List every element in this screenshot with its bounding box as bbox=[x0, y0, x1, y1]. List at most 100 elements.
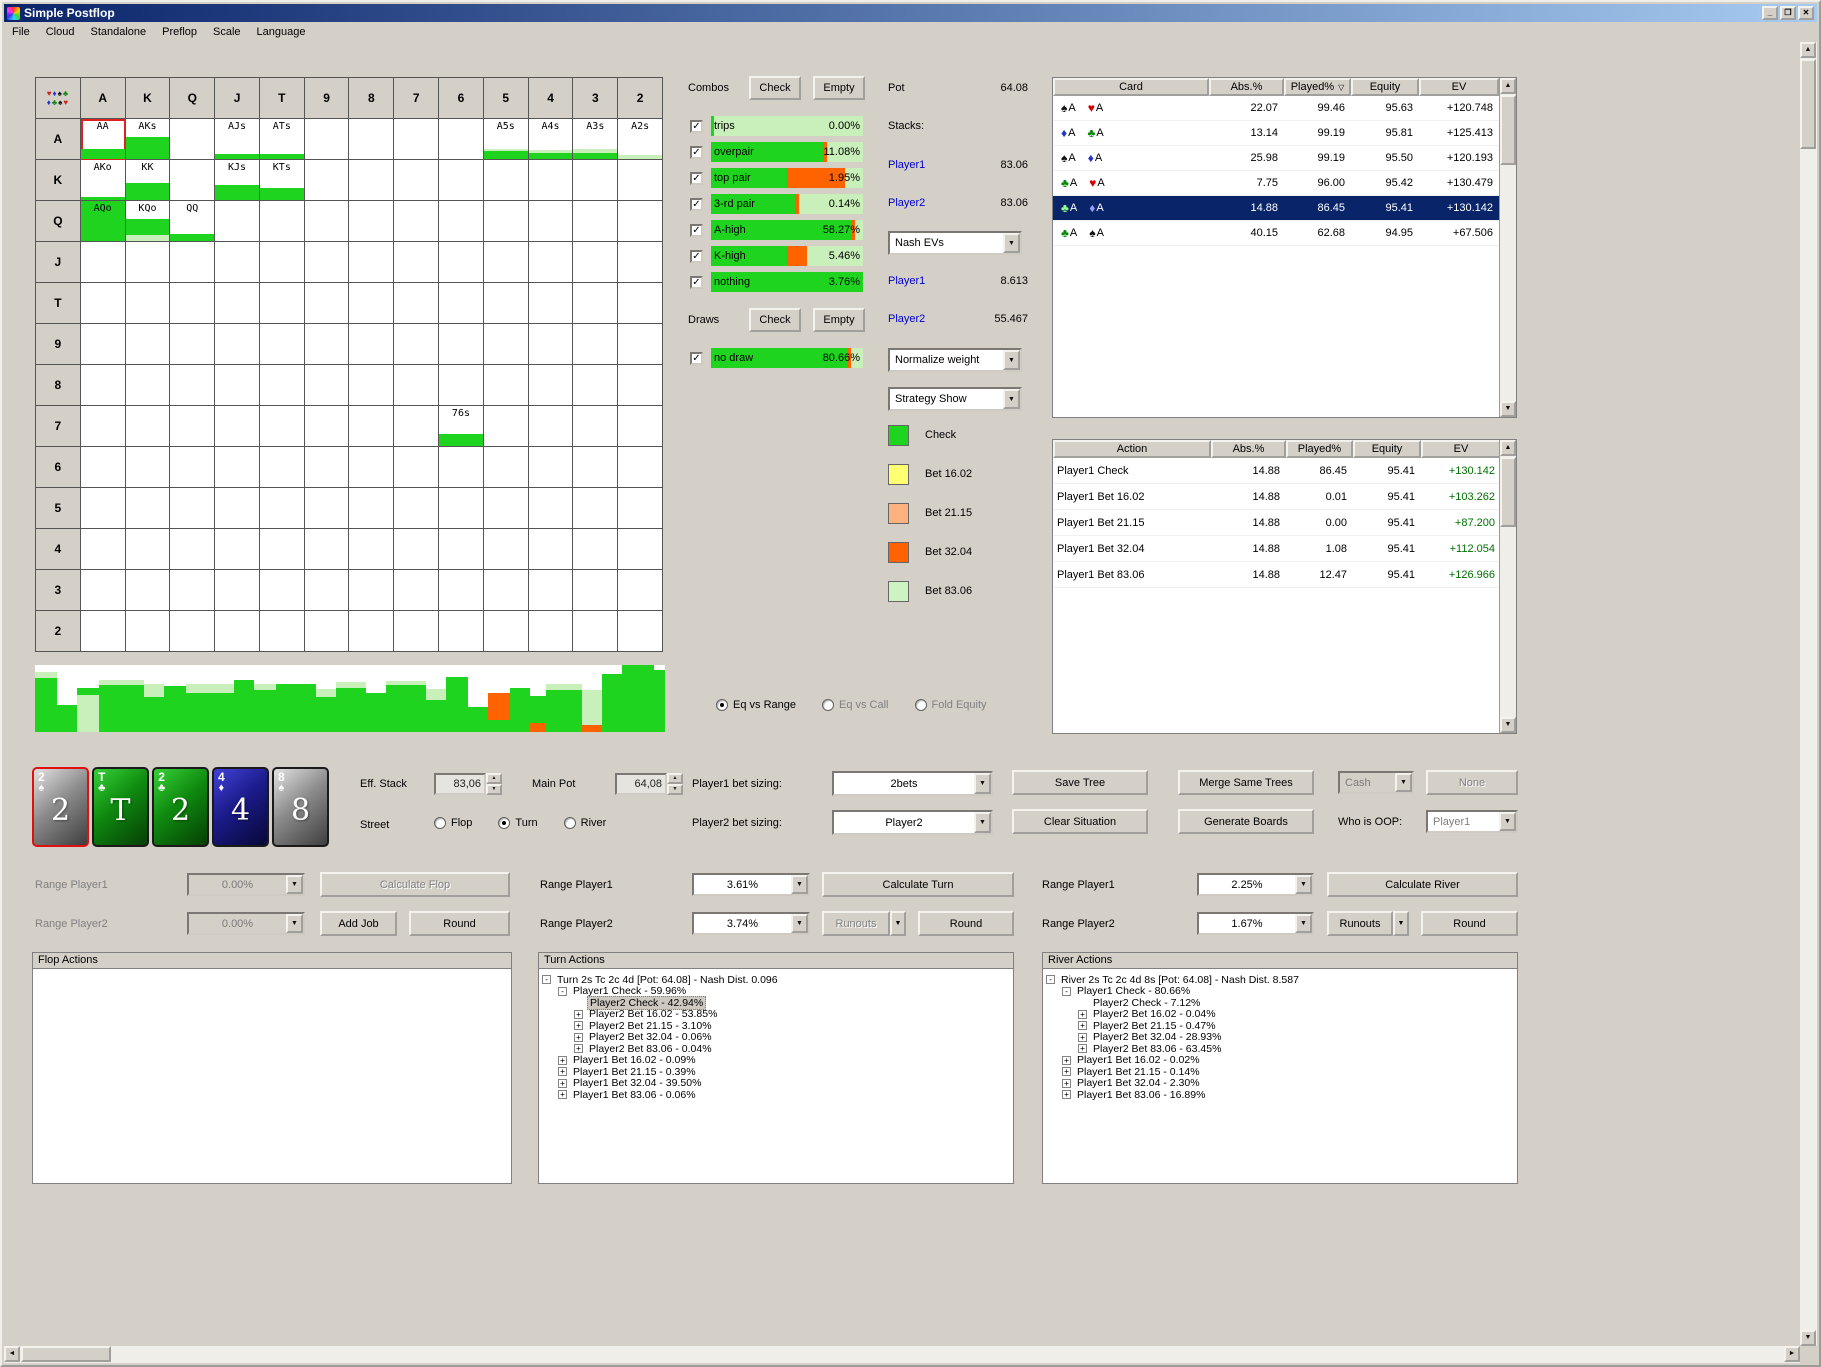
matrix-cell-95[interactable] bbox=[483, 324, 529, 365]
tree-item[interactable]: + Player2 Bet 16.02 - 53.85% bbox=[539, 1008, 1013, 1020]
matrix-cell-K2[interactable] bbox=[618, 160, 663, 201]
matrix-cell-TJ[interactable] bbox=[215, 283, 260, 324]
matrix-cell-J6[interactable] bbox=[439, 242, 484, 283]
matrix-cell-J4[interactable] bbox=[528, 242, 574, 283]
matrix-cell-JT[interactable] bbox=[259, 242, 305, 283]
spin-up-icon[interactable]: ▲ bbox=[486, 773, 502, 784]
tree-expander[interactable]: + bbox=[558, 1055, 567, 1065]
matrix-cell-9J[interactable] bbox=[215, 324, 260, 365]
matrix-cell-5Q[interactable] bbox=[170, 488, 216, 529]
matrix-cell-58[interactable] bbox=[349, 488, 395, 529]
matrix-cell-26[interactable] bbox=[439, 611, 484, 652]
table-row[interactable]: ♠ A ♦ A 25.98 99.19 95.50 +120.193 bbox=[1053, 146, 1499, 171]
matrix-cell-59[interactable] bbox=[304, 488, 350, 529]
matrix-cell-6K[interactable] bbox=[125, 447, 171, 488]
turn-range-p1-dropdown[interactable]: 3.61% ▼ bbox=[692, 873, 810, 896]
matrix-cell-J7[interactable] bbox=[394, 242, 440, 283]
matrix-cell-QQ[interactable]: QQ bbox=[170, 201, 216, 242]
tree-item[interactable]: + Player1 Bet 21.15 - 0.39% bbox=[539, 1066, 1013, 1078]
matrix-cell-69[interactable] bbox=[304, 447, 350, 488]
column-header-card[interactable]: Card bbox=[1053, 78, 1209, 96]
tree-expander[interactable]: + bbox=[574, 1044, 583, 1054]
matrix-cell-A3s[interactable]: A3s bbox=[573, 119, 619, 160]
matrix-cell-48[interactable] bbox=[349, 529, 395, 570]
matrix-cell-78[interactable] bbox=[349, 406, 395, 447]
matrix-cell-6J[interactable] bbox=[215, 447, 260, 488]
matrix-cell-J8[interactable] bbox=[349, 242, 395, 283]
table-row[interactable]: ♣ A ♦ A 14.88 86.45 95.41 +130.142 bbox=[1053, 196, 1499, 221]
matrix-cell-34[interactable] bbox=[528, 570, 574, 611]
matrix-cell-4K[interactable] bbox=[125, 529, 171, 570]
river-runouts-button[interactable]: Runouts ▼ bbox=[1327, 911, 1409, 936]
tree-expander[interactable]: + bbox=[1078, 1044, 1087, 1054]
matrix-cell-2A[interactable] bbox=[80, 611, 126, 652]
scroll-down-icon[interactable]: ▼ bbox=[1500, 401, 1516, 417]
tree-expander[interactable]: + bbox=[1062, 1078, 1071, 1088]
matrix-cell-K3[interactable] bbox=[573, 160, 619, 201]
tree-expander[interactable]: + bbox=[558, 1090, 567, 1100]
matrix-cell-53[interactable] bbox=[573, 488, 619, 529]
matrix-cell-93[interactable] bbox=[573, 324, 619, 365]
matrix-cell-7J[interactable] bbox=[215, 406, 260, 447]
matrix-cell-46[interactable] bbox=[439, 529, 484, 570]
radio-fold-equity[interactable]: Fold Equity bbox=[914, 699, 987, 711]
tree-item[interactable]: - Player1 Check - 80.66% bbox=[1043, 985, 1517, 997]
matrix-cell-K9[interactable] bbox=[304, 160, 350, 201]
flop-range-p1-dropdown[interactable]: 0.00% ▼ bbox=[187, 873, 305, 896]
matrix-cell-24[interactable] bbox=[528, 611, 574, 652]
tree-expander[interactable]: + bbox=[1062, 1055, 1071, 1065]
matrix-cell-54[interactable] bbox=[528, 488, 574, 529]
chevron-down-icon[interactable]: ▼ bbox=[286, 914, 303, 933]
matrix-cell-AKo[interactable]: AKo bbox=[80, 160, 126, 201]
generate-boards-button[interactable]: Generate Boards bbox=[1178, 809, 1314, 834]
matrix-cell-85[interactable] bbox=[483, 365, 529, 406]
scroll-left-icon[interactable]: ◄ bbox=[4, 1346, 20, 1362]
combos-check-button[interactable]: Check bbox=[749, 76, 801, 100]
table-row[interactable]: Player1 Bet 16.02 14.88 0.01 95.41 +103.262 bbox=[1053, 484, 1499, 510]
matrix-cell-8J[interactable] bbox=[215, 365, 260, 406]
p2-sizing-dropdown[interactable]: Player2 ▼ bbox=[832, 810, 993, 835]
matrix-cell-AKs[interactable]: AKs bbox=[125, 119, 171, 160]
combo-bar[interactable]: overpair 11.08% bbox=[711, 142, 863, 162]
matrix-cell-4J[interactable] bbox=[215, 529, 260, 570]
main-pot-spinner[interactable]: 64,08 ▲ ▼ bbox=[615, 773, 683, 795]
turn-runouts-button[interactable]: Runouts ▼ bbox=[822, 911, 906, 936]
matrix-cell-KJs[interactable]: KJs bbox=[215, 160, 260, 201]
matrix-cell-72[interactable] bbox=[618, 406, 663, 447]
tree-item[interactable]: - River 2s Tc 2c 4d 8s [Pot: 64.08] - Nas… bbox=[1043, 974, 1517, 986]
matrix-cell-5K[interactable] bbox=[125, 488, 171, 529]
matrix-cell-K5[interactable] bbox=[483, 160, 529, 201]
turn-round-button[interactable]: Round bbox=[918, 911, 1014, 936]
menu-item-file[interactable]: File bbox=[4, 24, 38, 40]
matrix-cell-86[interactable] bbox=[439, 365, 484, 406]
tree-expander[interactable]: - bbox=[1062, 986, 1071, 996]
column-header-abs[interactable]: Abs.% bbox=[1209, 78, 1284, 96]
tree-expander[interactable]: + bbox=[558, 1067, 567, 1077]
matrix-cell-8T[interactable] bbox=[259, 365, 305, 406]
table-row[interactable]: Player1 Bet 83.06 14.88 12.47 95.41 +126.966 bbox=[1053, 562, 1499, 588]
matrix-cell-47[interactable] bbox=[394, 529, 440, 570]
river-tree[interactable]: - River 2s Tc 2c 4d 8s [Pot: 64.08] - Nas… bbox=[1042, 969, 1518, 1184]
spin-down-icon[interactable]: ▼ bbox=[486, 784, 502, 795]
matrix-cell-T8[interactable] bbox=[349, 283, 395, 324]
table-row[interactable]: ♣ A ♥ A 7.75 96.00 95.42 +130.479 bbox=[1053, 171, 1499, 196]
matrix-cell-AA[interactable]: AA bbox=[80, 119, 126, 160]
matrix-cell-Q4[interactable] bbox=[528, 201, 574, 242]
matrix-cell-74[interactable] bbox=[528, 406, 574, 447]
street-radio-river[interactable]: River bbox=[563, 817, 606, 829]
chevron-down-icon[interactable]: ▼ bbox=[890, 911, 906, 936]
matrix-cell-K8[interactable] bbox=[349, 160, 395, 201]
matrix-cell-97[interactable] bbox=[394, 324, 440, 365]
matrix-cell-63[interactable] bbox=[573, 447, 619, 488]
matrix-cell-A7[interactable] bbox=[394, 119, 440, 160]
matrix-cell-6T[interactable] bbox=[259, 447, 305, 488]
tree-item[interactable]: Player2 Check - 42.94% bbox=[539, 995, 1013, 1010]
tree-item[interactable]: + Player2 Bet 83.06 - 0.04% bbox=[539, 1043, 1013, 1055]
tree-expander[interactable]: + bbox=[574, 1009, 583, 1019]
calculate-river-button[interactable]: Calculate River bbox=[1327, 872, 1518, 897]
matrix-cell-7T[interactable] bbox=[259, 406, 305, 447]
nash-evs-dropdown[interactable]: Nash EVs ▼ bbox=[888, 231, 1022, 255]
menu-item-cloud[interactable]: Cloud bbox=[38, 24, 83, 40]
column-header-played[interactable]: Played% bbox=[1286, 440, 1353, 458]
matrix-cell-65[interactable] bbox=[483, 447, 529, 488]
